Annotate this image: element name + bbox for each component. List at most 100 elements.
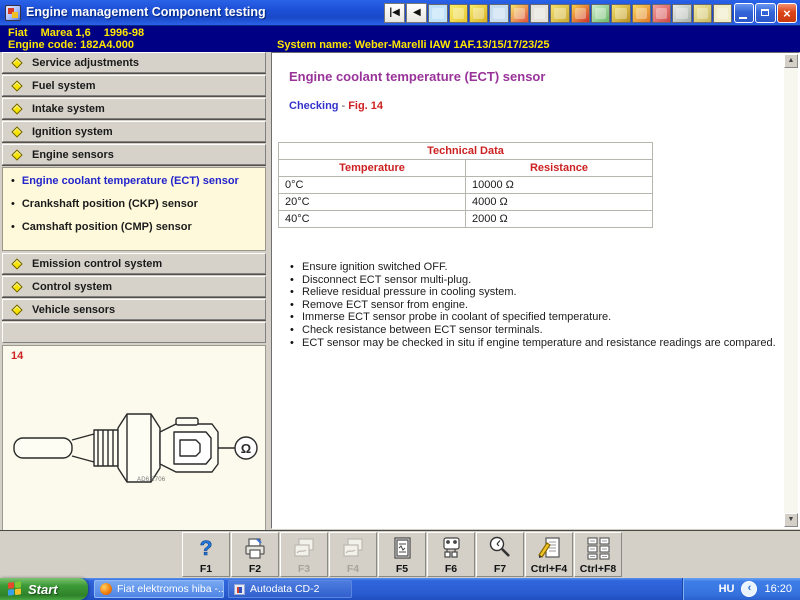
step-item: Check resistance between ECT sensor term… — [286, 324, 776, 337]
subitem-cmp-sensor[interactable]: • Camshaft position (CMP) sensor — [11, 221, 261, 244]
subitem-ect-sensor[interactable]: • Engine coolant temperature (ECT) senso… — [11, 175, 261, 198]
technical-data-table: Technical Data Temperature Resistance 0°… — [278, 142, 653, 228]
print-button[interactable]: F2 — [231, 532, 279, 577]
connector-button[interactable]: F6 — [427, 532, 475, 577]
column-header-temperature: Temperature — [278, 159, 466, 177]
taskbar-task-firefox[interactable]: Fiat elektromos hiba -... — [94, 580, 224, 598]
scroll-up-icon[interactable]: ▲ — [784, 54, 798, 68]
sidebar-item-ignition-system[interactable]: Ignition system — [2, 121, 266, 142]
data-table-button[interactable]: Ctrl+F8 — [574, 532, 622, 577]
cell-temperature: 20°C — [278, 193, 466, 211]
diamond-icon — [11, 303, 23, 316]
diamond-icon — [11, 257, 23, 270]
window-title: Engine management Component testing — [26, 5, 266, 19]
figure-reference: Fig. 14 — [348, 100, 384, 112]
restore-icon — [761, 9, 770, 16]
vehicle-years: 1996-98 — [103, 27, 145, 39]
toolbar-module-icon-5[interactable] — [509, 3, 530, 23]
back-button[interactable]: ◀ — [406, 3, 428, 23]
content-scrollbar[interactable]: ▲ ▼ — [784, 54, 798, 527]
sidebar-empty-strip — [2, 322, 266, 343]
vehicle-header: Fiat Marea 1,6 1996-98 Engine code: 182A4.… — [0, 26, 800, 52]
diamond-icon — [11, 56, 23, 69]
toolbar-module-icon-3[interactable] — [469, 3, 489, 23]
toolbar-module-icon-8[interactable] — [570, 3, 590, 23]
windows-logo-icon — [8, 581, 23, 597]
close-icon: × — [783, 6, 791, 21]
start-button[interactable]: Start — [0, 578, 88, 600]
images-next-button: F4 — [329, 532, 377, 577]
toolbar-module-icon-6[interactable] — [530, 3, 550, 23]
close-button[interactable]: × — [776, 3, 797, 23]
column-header-resistance: Resistance — [465, 159, 653, 177]
toolbar-module-icon-14[interactable] — [692, 3, 712, 23]
notes-button[interactable]: Ctrl+F4 — [525, 532, 573, 577]
toolbar-module-icon-13[interactable] — [672, 3, 692, 23]
diamond-icon — [11, 280, 23, 293]
sidebar-item-service-adjustments[interactable]: Service adjustments — [2, 52, 266, 73]
step-item: Disconnect ECT sensor multi-plug. — [286, 274, 776, 287]
table-row: 40°C 2000 Ω — [278, 210, 653, 228]
table-row: 0°C 10000 Ω — [278, 176, 653, 194]
toolbar-module-icon-12[interactable] — [651, 3, 672, 23]
toolbar-module-icon-7[interactable] — [550, 3, 570, 23]
figure-number: 14 — [11, 350, 24, 362]
toolbar-module-icon-10[interactable] — [611, 3, 631, 23]
cell-resistance: 2000 Ω — [465, 210, 653, 228]
sidebar-item-intake-system[interactable]: Intake system — [2, 98, 266, 119]
language-indicator[interactable]: HU — [719, 583, 735, 595]
toolbar-module-icon-11[interactable] — [631, 3, 651, 23]
toolbar-module-icon-2[interactable] — [448, 3, 469, 23]
diamond-icon — [11, 102, 23, 115]
cell-resistance: 4000 Ω — [465, 193, 653, 211]
hide-icons-chevron-icon[interactable]: ‹ — [742, 582, 757, 596]
bullet-icon: • — [11, 221, 15, 233]
sidebar-item-control-system[interactable]: Control system — [2, 276, 266, 297]
toolbar-module-icon-15[interactable] — [712, 3, 733, 23]
images-icon — [291, 533, 317, 563]
checking-label: Checking — [289, 100, 339, 112]
cell-temperature: 0°C — [278, 176, 466, 194]
toolbar-module-icon-1[interactable] — [428, 3, 448, 23]
wiring-diagram-icon — [389, 533, 415, 563]
subitem-ckp-sensor[interactable]: • Crankshaft position (CKP) sensor — [11, 198, 261, 221]
minimize-icon — [739, 17, 748, 19]
minimize-button[interactable] — [734, 3, 755, 23]
toolbar-module-icon-4[interactable] — [489, 3, 509, 23]
toolbar-module-icon-9[interactable] — [590, 3, 611, 23]
ect-sensor-diagram: Ω — [13, 413, 258, 483]
help-icon: ? — [193, 533, 219, 563]
taskbar: Start Fiat elektromos hiba -... Autodata… — [0, 578, 800, 600]
restore-button[interactable] — [755, 3, 776, 23]
wiring-diagram-button[interactable]: F5 — [378, 532, 426, 577]
data-table-icon — [585, 533, 611, 563]
workspace: Service adjustments Fuel system Intake s… — [0, 52, 800, 538]
step-item: Remove ECT sensor from engine. — [286, 299, 776, 312]
titlebar-toolbar: |◀ ◀ × — [384, 2, 797, 24]
taskbar-task-autodata[interactable]: Autodata CD-2 — [228, 580, 352, 598]
engine-sensors-submenu: • Engine coolant temperature (ECT) senso… — [2, 167, 266, 251]
help-button[interactable]: ? F1 — [182, 532, 230, 577]
bullet-icon: • — [11, 175, 15, 187]
app-icon — [5, 5, 21, 21]
first-page-button[interactable]: |◀ — [384, 3, 406, 23]
sidebar-item-vehicle-sensors[interactable]: Vehicle sensors — [2, 299, 266, 320]
step-item: ECT sensor may be checked in situ if eng… — [286, 337, 776, 350]
sidebar-item-fuel-system[interactable]: Fuel system — [2, 75, 266, 96]
figure-code: AD6.2706 — [137, 477, 166, 483]
checking-heading: Checking - Fig. 14 — [289, 100, 384, 112]
sidebar-item-emission-control[interactable]: Emission control system — [2, 253, 266, 274]
system-tray: HU ‹ 16:20 — [682, 578, 800, 600]
cell-temperature: 40°C — [278, 210, 466, 228]
bullet-icon: • — [11, 198, 15, 210]
page-title: Engine coolant temperature (ECT) sensor — [289, 69, 546, 84]
table-title: Technical Data — [278, 142, 653, 160]
clock: 16:20 — [764, 583, 792, 595]
scroll-down-icon[interactable]: ▼ — [784, 513, 798, 527]
search-button[interactable]: F7 — [476, 532, 524, 577]
magnifier-icon — [487, 533, 513, 563]
sidebar-item-engine-sensors[interactable]: Engine sensors — [2, 144, 266, 165]
autodata-icon — [234, 583, 245, 595]
images-prev-button: F3 — [280, 532, 328, 577]
diamond-icon — [11, 125, 23, 138]
